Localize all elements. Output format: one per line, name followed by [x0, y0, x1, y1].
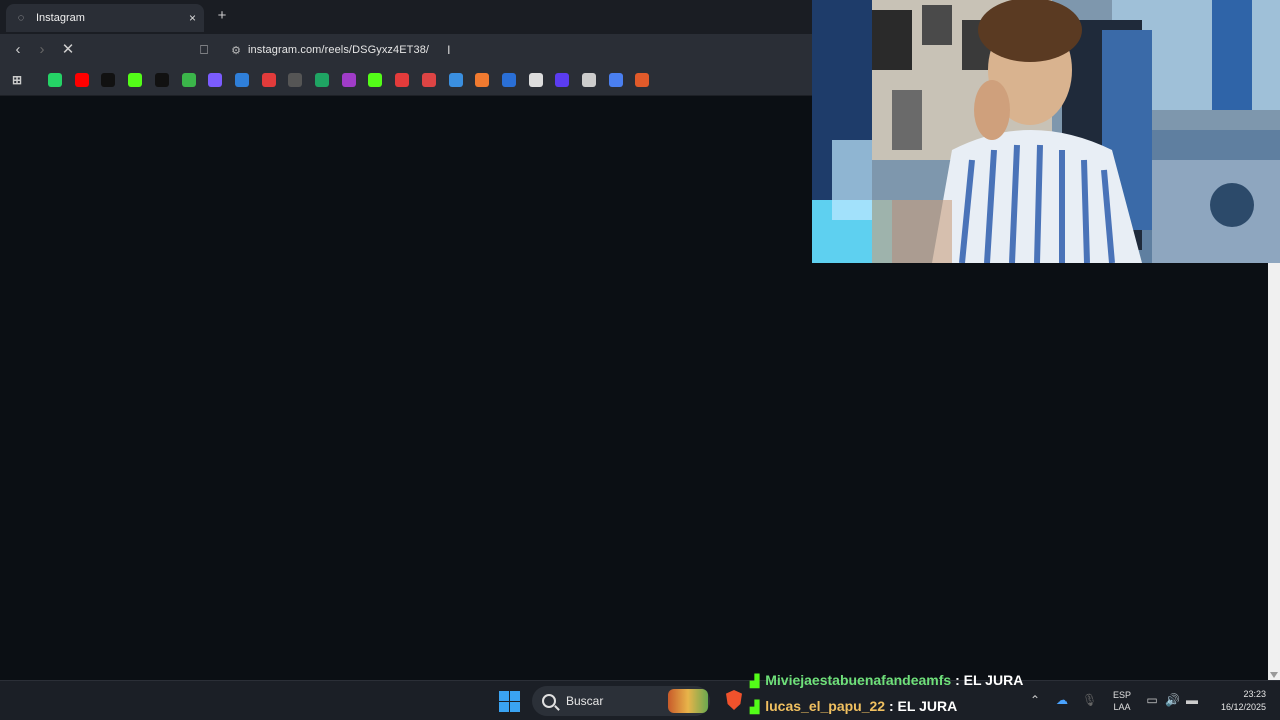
back-icon[interactable]: ‹ — [8, 40, 28, 60]
scroll-down-icon[interactable] — [1270, 672, 1278, 678]
docs-icon[interactable] — [608, 73, 623, 87]
download-blue-icon[interactable] — [448, 73, 463, 87]
chat-text: EL JURA — [897, 698, 958, 714]
app-indigo-icon[interactable] — [555, 73, 570, 87]
loading-icon: ◌ — [17, 12, 25, 24]
taskbar-search[interactable]: Buscar — [532, 686, 710, 716]
clock-date: 16/12/2025 — [1220, 702, 1266, 712]
url-text[interactable]: instagram.com/reels/DSGyxz4ET38/ — [248, 44, 429, 56]
speed-icon[interactable] — [288, 73, 303, 87]
stop-loading-icon[interactable]: ✕ — [58, 40, 78, 60]
kick-icon: ▟ — [750, 700, 760, 714]
windows-start-icon[interactable] — [499, 691, 520, 712]
openai-icon[interactable] — [582, 73, 596, 87]
keyboard-layout: LAA — [1113, 702, 1131, 712]
taskbar: Buscar ⌃ ☁ 🎙 ESP LAA ▭ 🔊 ▬ 23:23 16/12/2… — [0, 680, 1280, 720]
close-tab-icon[interactable]: × — [189, 11, 196, 25]
clock-time: 23:23 — [1243, 689, 1266, 699]
address-bar[interactable]: ⚙ instagram.com/reels/DSGyxz4ET38/ I — [224, 37, 814, 63]
clock[interactable]: 23:23 16/12/2025 — [1200, 688, 1266, 714]
show-hidden-icons-icon[interactable]: ⌃ — [1028, 693, 1042, 707]
app-orange-icon[interactable] — [475, 73, 490, 87]
gmail-icon[interactable] — [208, 73, 223, 87]
site-info-icon[interactable]: ⚙ — [224, 44, 248, 57]
language-code: ESP — [1112, 690, 1131, 700]
chat-username: lucas_el_papu_22 — [765, 698, 886, 714]
bookmark-icon[interactable]: ⎕ — [194, 40, 214, 60]
tab-title: Instagram — [36, 12, 85, 24]
chat-username: Miviejaestabuenafandeamfs — [765, 672, 952, 688]
search-highlight-image — [668, 689, 708, 713]
refresh-green-icon[interactable] — [181, 73, 196, 87]
app-blue-icon[interactable] — [234, 73, 249, 87]
kick-icon: ▟ — [750, 674, 760, 688]
new-tab-button[interactable]: + — [214, 8, 230, 24]
network-icon[interactable]: ▭ — [1145, 693, 1159, 707]
brave-browser-icon[interactable] — [726, 690, 742, 710]
tab-instagram[interactable]: ◌ Instagram × — [6, 4, 204, 32]
app-blue2-icon[interactable] — [501, 73, 516, 87]
chat-message: ▟ lucas_el_papu_22 : EL JURA — [750, 698, 958, 714]
chat-text: EL JURA — [963, 672, 1024, 688]
forward-icon[interactable]: › — [32, 40, 52, 60]
purple-icon[interactable] — [341, 73, 356, 87]
kick-icon-2[interactable] — [368, 73, 383, 87]
chat-message: ▟ Miviejaestabuenafandeamfs : EL JURA — [750, 672, 1024, 688]
youtube-icon[interactable] — [74, 73, 89, 87]
webcam-overlay — [812, 0, 1280, 263]
tiktok-icon[interactable] — [101, 73, 116, 87]
volume-icon[interactable]: 🔊 — [1165, 693, 1180, 707]
sheets-icon[interactable] — [315, 73, 329, 87]
search-label: Buscar — [566, 694, 604, 708]
chart-red-icon[interactable] — [261, 73, 276, 87]
text-cursor-icon: I — [447, 43, 451, 57]
microphone-icon[interactable]: 🎙 — [1082, 693, 1097, 707]
kick-icon[interactable] — [128, 73, 143, 87]
screen: ◌ Instagram × + ‹ › ✕ ⎕ ⚙ instagram.com/… — [0, 0, 1280, 720]
record-icon[interactable] — [421, 73, 436, 87]
search-icon — [542, 694, 556, 708]
battery-icon[interactable]: ▬ — [1185, 693, 1199, 707]
apps-grid-icon[interactable]: ⊞ — [10, 73, 24, 87]
download-red-icon[interactable] — [395, 73, 410, 87]
whatsapp-icon[interactable] — [48, 73, 62, 87]
onedrive-icon[interactable]: ☁ — [1055, 693, 1069, 707]
language-indicator[interactable]: ESP LAA — [1108, 689, 1136, 713]
soccer-icon[interactable] — [528, 73, 543, 87]
app-red-icon[interactable] — [635, 73, 650, 87]
x-icon[interactable] — [154, 73, 169, 87]
